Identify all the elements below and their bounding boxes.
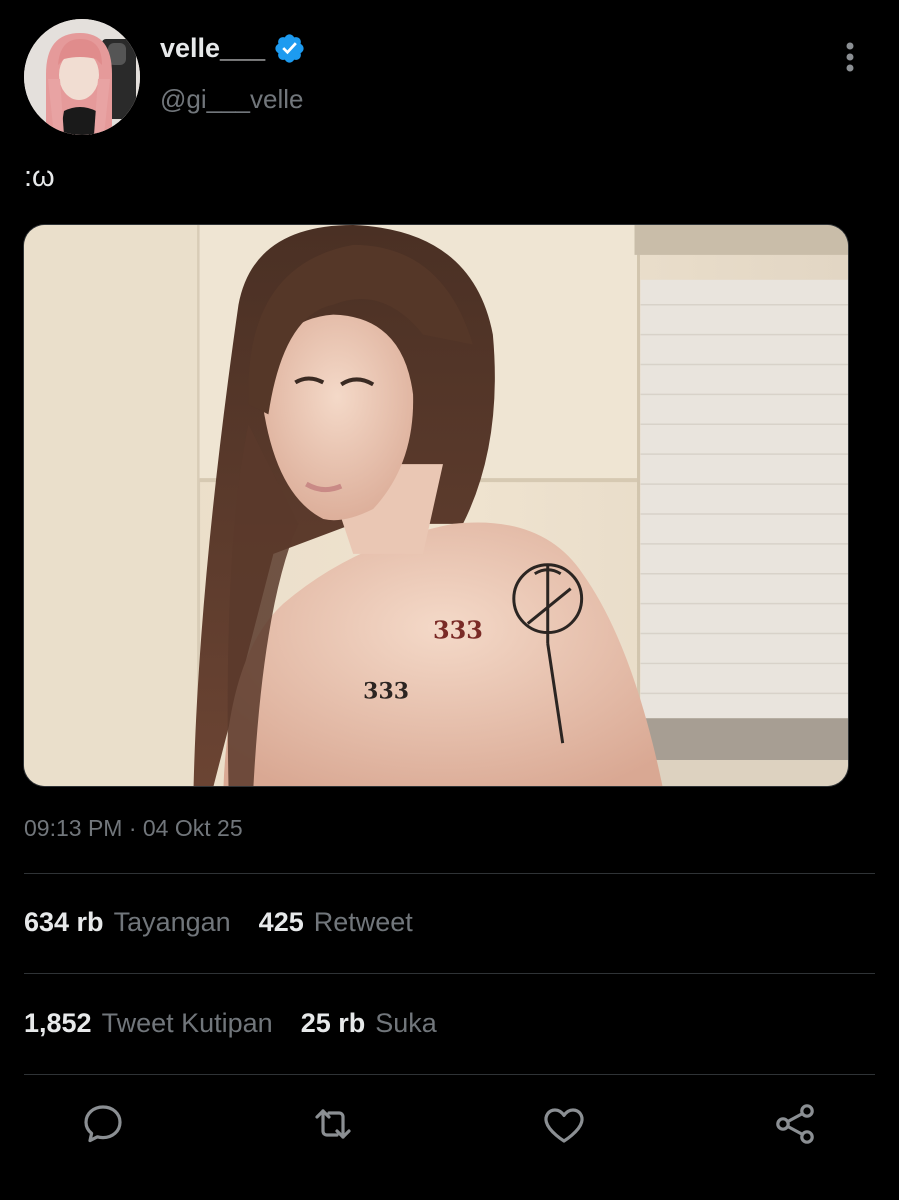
author-handle[interactable]: @gi___velle xyxy=(160,84,303,115)
tweet-timestamp[interactable]: 09:13 PM · 04 Okt 25 xyxy=(24,815,243,842)
svg-text:333: 333 xyxy=(433,617,483,645)
display-name[interactable]: velle___ xyxy=(160,35,265,62)
reply-icon[interactable] xyxy=(79,1100,127,1148)
views-stat[interactable]: 634 rb Tayangan xyxy=(24,907,231,938)
stats-row-views-retweets: 634 rb Tayangan 425 Retweet xyxy=(24,907,441,938)
quotes-stat[interactable]: 1,852 Tweet Kutipan xyxy=(24,1008,273,1039)
views-count: 634 rb xyxy=(24,907,104,937)
retweets-stat[interactable]: 425 Retweet xyxy=(259,907,413,938)
action-bar xyxy=(0,1100,899,1160)
tweet-detail: velle___ @gi___velle :ω 333 333 09:13 PM… xyxy=(0,0,899,1200)
photo-image: 333 333 xyxy=(24,225,848,786)
retweet-icon[interactable] xyxy=(309,1100,357,1148)
likes-label: Suka xyxy=(375,1008,437,1038)
more-options-icon[interactable] xyxy=(838,40,862,74)
divider xyxy=(24,973,875,974)
stats-row-quotes-likes: 1,852 Tweet Kutipan 25 rb Suka xyxy=(24,1008,465,1039)
quotes-count: 1,852 xyxy=(24,1008,92,1038)
divider xyxy=(24,873,875,874)
retweets-label: Retweet xyxy=(313,907,413,937)
avatar-image xyxy=(24,19,140,135)
quotes-label: Tweet Kutipan xyxy=(101,1008,273,1038)
share-icon[interactable] xyxy=(771,1100,819,1148)
like-icon[interactable] xyxy=(540,1100,588,1148)
author-name-row[interactable]: velle___ xyxy=(160,32,306,65)
tweet-photo[interactable]: 333 333 xyxy=(23,224,849,787)
svg-text:333: 333 xyxy=(363,678,409,704)
retweets-count: 425 xyxy=(258,907,304,937)
likes-stat[interactable]: 25 rb Suka xyxy=(301,1008,437,1039)
views-label: Tayangan xyxy=(113,907,231,937)
avatar[interactable] xyxy=(24,19,140,135)
divider xyxy=(24,1074,875,1075)
verified-badge-icon xyxy=(273,32,306,65)
tweet-text: :ω xyxy=(24,161,55,193)
likes-count: 25 rb xyxy=(300,1008,366,1038)
